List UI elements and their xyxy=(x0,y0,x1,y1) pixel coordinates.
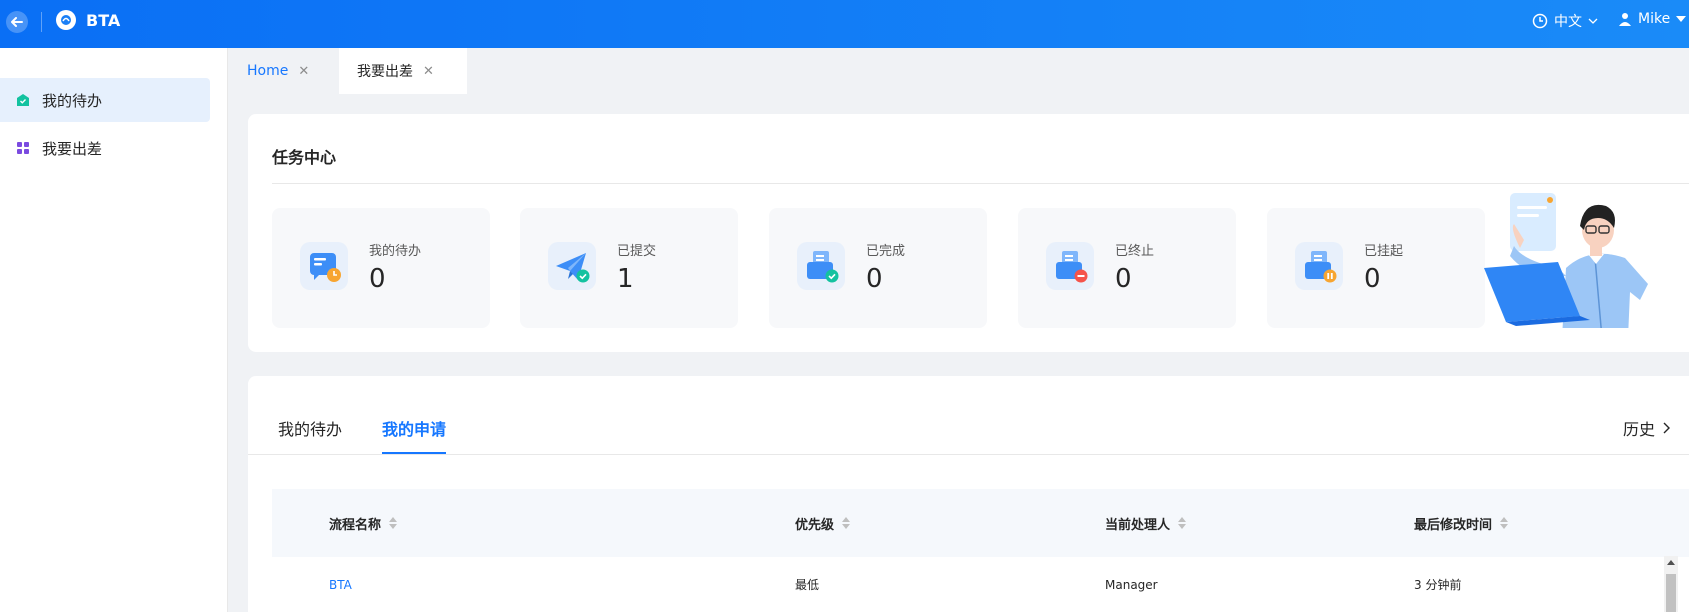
table-scrollbar[interactable] xyxy=(1664,556,1678,612)
last-modified-cell: 3 分钟前 xyxy=(1414,578,1462,592)
current-handler-cell: Manager xyxy=(1105,577,1158,592)
person-laptop-illustration xyxy=(1480,188,1689,339)
completed-check-icon xyxy=(797,242,845,290)
sort-icon[interactable] xyxy=(1500,517,1509,529)
top-header: BTA 中文 Mike xyxy=(0,0,1689,48)
stat-value: 0 xyxy=(866,264,883,294)
scrollbar-thumb[interactable] xyxy=(1666,574,1676,612)
page-tabs-bar: Home ✕ 我要出差 ✕ xyxy=(229,48,1689,94)
language-label: 中文 xyxy=(1554,14,1582,30)
history-label: 历史 xyxy=(1623,420,1656,439)
stat-label: 已提交 xyxy=(617,244,657,259)
stat-card-terminated[interactable]: 已终止 0 xyxy=(1018,208,1236,328)
terminated-minus-icon xyxy=(1046,242,1094,290)
stat-label: 已挂起 xyxy=(1364,244,1404,259)
scroll-up-arrow-icon[interactable] xyxy=(1667,560,1675,565)
sort-icon[interactable] xyxy=(1178,517,1187,529)
task-center-title: 任务中心 xyxy=(272,148,337,167)
priority-cell: 最低 xyxy=(795,578,820,592)
stat-card-suspended[interactable]: 已挂起 0 xyxy=(1267,208,1485,328)
divider xyxy=(272,183,1689,184)
stat-value: 0 xyxy=(1115,264,1132,294)
tab-label: 我要出差 xyxy=(357,64,413,80)
close-icon[interactable]: ✕ xyxy=(298,64,309,79)
chevron-down-icon xyxy=(1588,18,1598,24)
column-title: 优先级 xyxy=(795,517,835,533)
sidebar-item-business-trip[interactable]: 我要出差 xyxy=(0,126,210,170)
tab-home[interactable]: Home ✕ xyxy=(229,48,339,94)
stat-card-completed[interactable]: 已完成 0 xyxy=(769,208,987,328)
sidebar-item-my-todo[interactable]: 我的待办 xyxy=(0,78,210,122)
todo-clock-icon xyxy=(300,242,348,290)
stat-value: 1 xyxy=(617,264,634,294)
sort-icon[interactable] xyxy=(389,517,398,529)
stat-card-my-todo[interactable]: 我的待办 0 xyxy=(272,208,490,328)
stat-label: 已终止 xyxy=(1115,244,1155,259)
column-header-last-modified[interactable]: 最后修改时间 xyxy=(1414,489,1509,557)
history-link[interactable]: 历史 xyxy=(1623,416,1671,440)
header-divider xyxy=(41,12,42,32)
tab-business-trip[interactable]: 我要出差 ✕ xyxy=(339,48,467,94)
process-name-link[interactable]: BTA xyxy=(329,557,352,612)
home-shield-icon xyxy=(17,94,29,106)
applications-card: 我的待办 我的申请 历史 流程名称 优先级 当前处理人 最后修改时间 BTA 最… xyxy=(248,376,1689,612)
caret-down-icon xyxy=(1676,16,1687,22)
stat-value: 0 xyxy=(1364,264,1381,294)
chevron-right-icon xyxy=(1663,422,1671,434)
sidebar: 我的待办 我要出差 xyxy=(0,48,228,612)
column-header-priority[interactable]: 优先级 xyxy=(795,489,851,557)
sidebar-item-label: 我的待办 xyxy=(42,91,103,110)
sort-icon[interactable] xyxy=(842,517,851,529)
user-icon xyxy=(1619,13,1631,26)
column-header-current-handler[interactable]: 当前处理人 xyxy=(1105,489,1187,557)
app-title: BTA xyxy=(86,11,121,30)
tab-label: Home xyxy=(247,63,289,79)
column-title: 当前处理人 xyxy=(1105,517,1171,533)
language-switcher[interactable]: 中文 xyxy=(1532,11,1598,31)
grid-apps-icon xyxy=(17,142,29,154)
column-title: 流程名称 xyxy=(329,517,382,533)
app-logo-icon xyxy=(56,10,76,30)
suspended-pause-icon xyxy=(1295,242,1343,290)
tab-my-applications[interactable]: 我的申请 xyxy=(382,416,446,440)
stat-card-submitted[interactable]: 已提交 1 xyxy=(520,208,738,328)
close-icon[interactable]: ✕ xyxy=(423,64,434,79)
tabs-divider xyxy=(248,454,1689,455)
tab-my-todo[interactable]: 我的待办 xyxy=(278,416,342,440)
table-header: 流程名称 优先级 当前处理人 最后修改时间 xyxy=(272,489,1689,557)
sidebar-item-label: 我要出差 xyxy=(42,139,103,158)
table-row[interactable]: BTA 最低 Manager 3 分钟前 xyxy=(272,557,1689,612)
stat-label: 我的待办 xyxy=(369,244,422,259)
globe-clock-icon xyxy=(1532,13,1548,29)
stat-value: 0 xyxy=(369,264,386,294)
column-title: 最后修改时间 xyxy=(1414,517,1493,533)
stat-label: 已完成 xyxy=(866,244,906,259)
back-arrow-icon[interactable] xyxy=(6,11,28,33)
task-center-card: 任务中心 我的待办 0 已提交 1 已完成 0 已终止 0 已挂起 0 xyxy=(248,114,1689,352)
user-name: Mike xyxy=(1638,11,1671,27)
user-menu[interactable]: Mike xyxy=(1618,11,1687,27)
column-header-process-name[interactable]: 流程名称 xyxy=(329,489,398,557)
submitted-plane-icon xyxy=(548,242,596,290)
